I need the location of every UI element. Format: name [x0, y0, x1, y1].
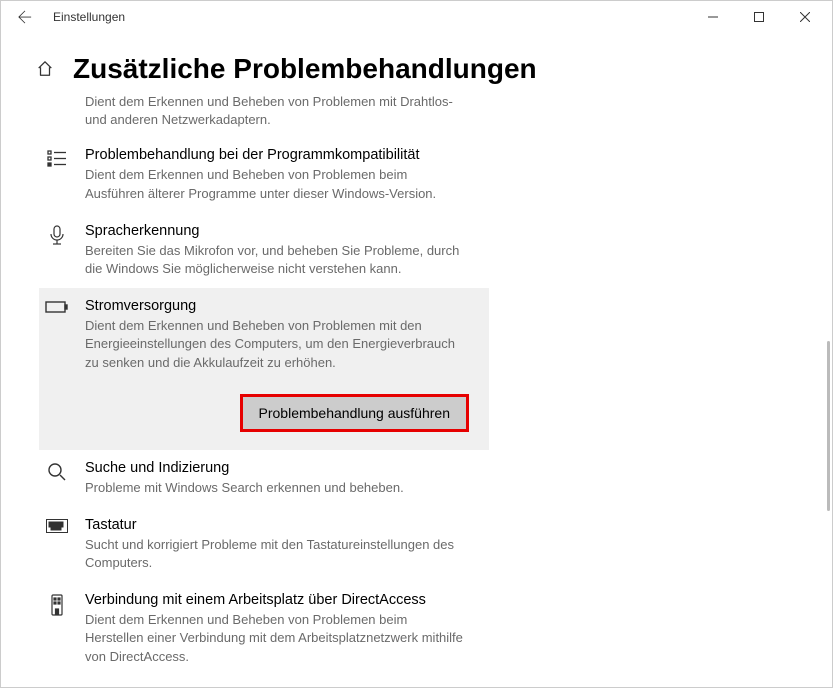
home-button[interactable] — [35, 60, 55, 78]
window-title: Einstellungen — [53, 10, 125, 24]
troubleshooter-item-speech[interactable]: Spracherkennung Bereiten Sie das Mikrofo… — [39, 213, 489, 288]
close-button[interactable] — [782, 1, 828, 33]
item-title: Spracherkennung — [85, 223, 469, 239]
item-description: Dient dem Erkennen und Beheben von Probl… — [85, 166, 469, 202]
item-description: Bereiten Sie das Mikrofon vor, und beheb… — [85, 242, 469, 278]
list-icon — [43, 147, 71, 202]
keyboard-icon — [43, 517, 71, 572]
workplace-icon — [43, 592, 71, 666]
item-title: Verbindung mit einem Arbeitsplatz über D… — [85, 592, 469, 608]
battery-icon — [43, 298, 71, 432]
troubleshooter-item-power[interactable]: Stromversorgung Dient dem Erkennen und B… — [39, 288, 489, 450]
page-title: Zusätzliche Problembehandlungen — [73, 53, 537, 85]
titlebar: Einstellungen — [1, 1, 832, 33]
troubleshooter-item-network-partial[interactable]: Dient dem Erkennen und Beheben von Probl… — [39, 93, 822, 129]
arrow-left-icon — [18, 10, 32, 24]
scrollbar-thumb[interactable] — [827, 341, 830, 511]
troubleshooter-list: Dient dem Erkennen und Beheben von Probl… — [35, 93, 832, 676]
search-icon — [43, 460, 71, 497]
troubleshooter-item-keyboard[interactable]: Tastatur Sucht und korrigiert Probleme m… — [39, 507, 489, 582]
troubleshooter-item-compat[interactable]: Problembehandlung bei der Programmkompat… — [39, 137, 489, 212]
item-description: Probleme mit Windows Search erkennen und… — [85, 479, 469, 497]
item-description: Dient dem Erkennen und Beheben von Probl… — [85, 317, 469, 372]
minimize-icon — [708, 12, 718, 22]
item-title: Suche und Indizierung — [85, 460, 469, 476]
item-description: Sucht und korrigiert Probleme mit den Ta… — [85, 536, 469, 572]
item-description: Dient dem Erkennen und Beheben von Probl… — [85, 611, 469, 666]
item-title: Problembehandlung bei der Programmkompat… — [85, 147, 469, 163]
run-troubleshooter-button[interactable]: Problembehandlung ausführen — [240, 394, 469, 432]
page-header: Zusätzliche Problembehandlungen — [35, 33, 832, 93]
minimize-button[interactable] — [690, 1, 736, 33]
window-controls — [690, 1, 828, 33]
microphone-icon — [43, 223, 71, 278]
button-label: Problembehandlung ausführen — [259, 405, 450, 421]
item-title: Stromversorgung — [85, 298, 469, 314]
maximize-button[interactable] — [736, 1, 782, 33]
content-area: Zusätzliche Problembehandlungen Dient de… — [1, 33, 832, 676]
item-description: Dient dem Erkennen und Beheben von Probl… — [39, 93, 489, 129]
troubleshooter-item-search[interactable]: Suche und Indizierung Probleme mit Windo… — [39, 450, 489, 507]
back-button[interactable] — [5, 1, 45, 33]
home-icon — [36, 60, 54, 78]
maximize-icon — [754, 12, 764, 22]
item-title: Tastatur — [85, 517, 469, 533]
close-icon — [800, 12, 810, 22]
troubleshooter-item-directaccess[interactable]: Verbindung mit einem Arbeitsplatz über D… — [39, 582, 489, 676]
